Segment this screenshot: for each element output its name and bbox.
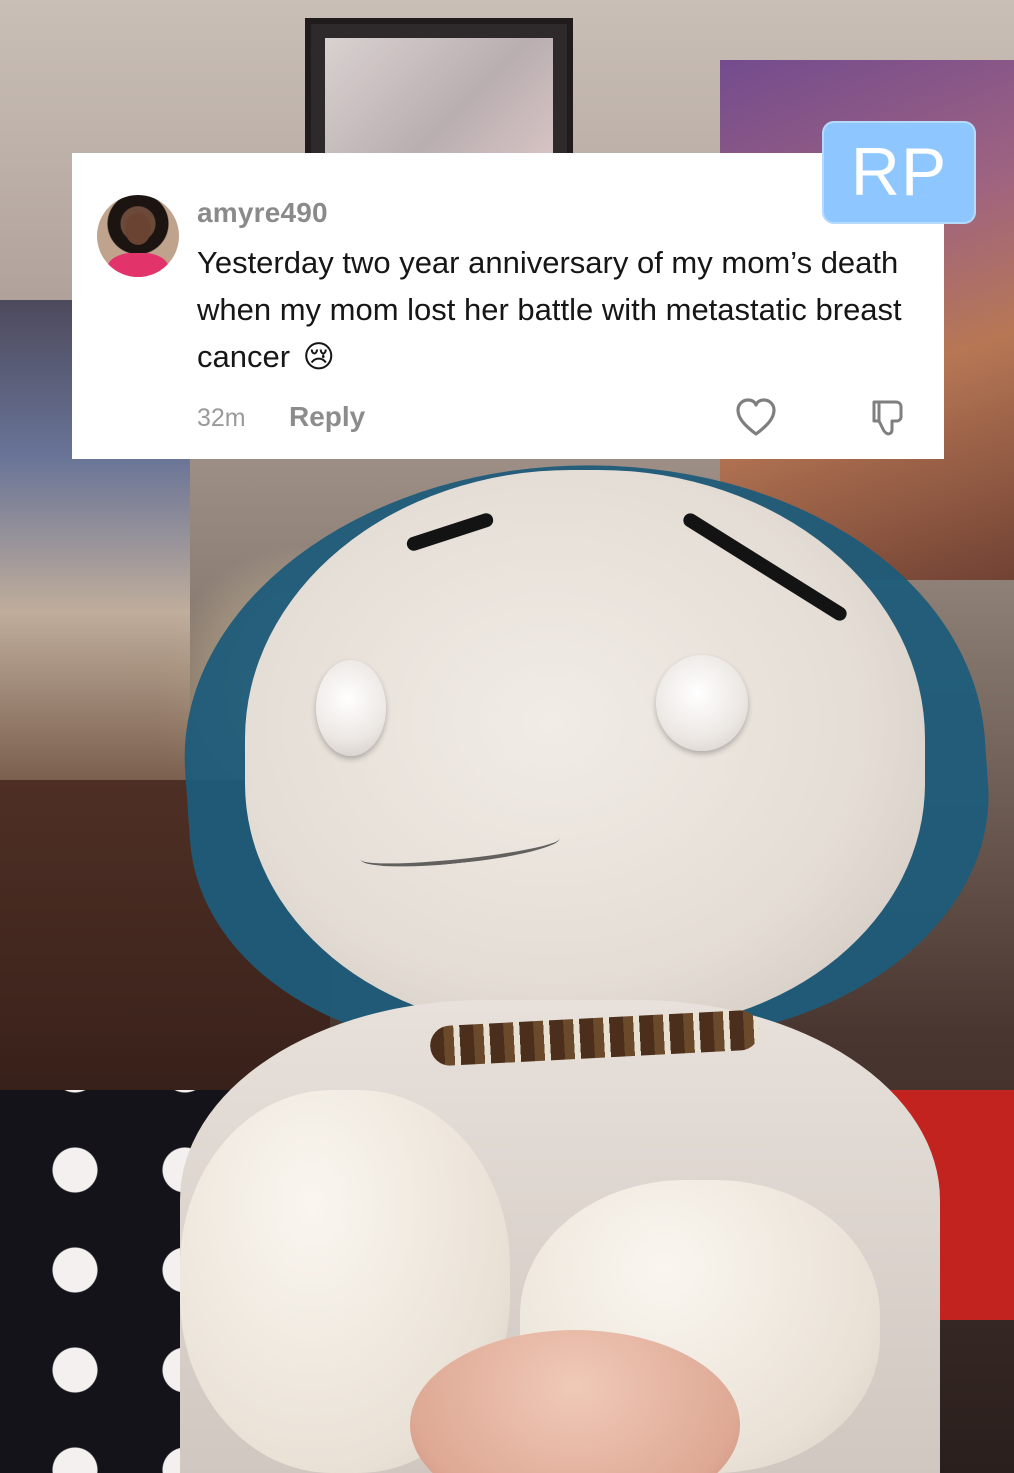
- comment-text: Yesterday two year anniversary of my mom…: [197, 239, 927, 380]
- avatar-face: [125, 213, 151, 245]
- heart-outline-icon: [736, 398, 776, 436]
- rp-badge: RP: [822, 121, 976, 224]
- wall-picture-frame: [305, 18, 573, 173]
- reply-button[interactable]: Reply: [289, 401, 365, 433]
- plush-right-eye: [656, 655, 748, 751]
- avatar-shirt: [107, 253, 169, 277]
- user-avatar[interactable]: [97, 195, 179, 277]
- comment-timestamp: 32m: [197, 404, 246, 432]
- wall-picture: [325, 38, 553, 153]
- crying-face-emoji: 😢: [302, 339, 335, 374]
- comment-card: amyre490 Yesterday two year anniversary …: [72, 153, 944, 459]
- comment-username[interactable]: amyre490: [197, 197, 328, 229]
- plush-left-eye: [316, 660, 386, 756]
- dislike-button[interactable]: [866, 395, 910, 439]
- thumbs-down-outline-icon: [872, 400, 903, 436]
- like-button[interactable]: [734, 397, 778, 439]
